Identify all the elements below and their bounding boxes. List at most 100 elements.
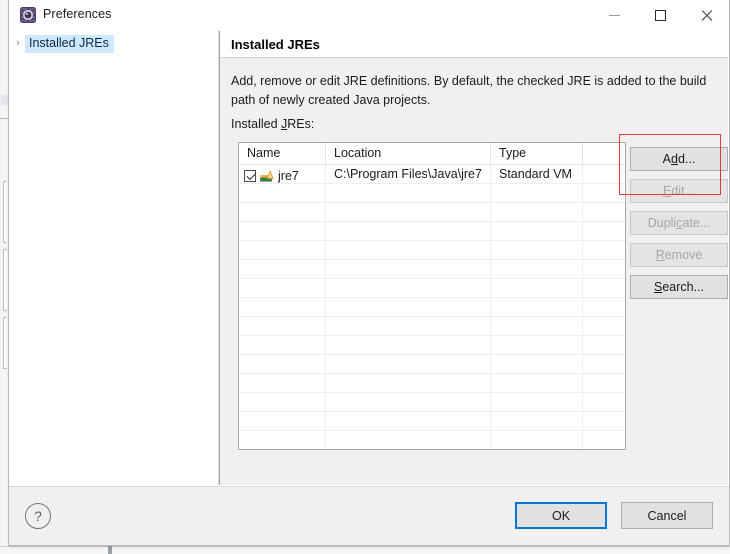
- cell-name: [239, 298, 326, 317]
- label-prefix: Installed: [231, 117, 282, 131]
- ok-button[interactable]: OK: [515, 502, 607, 529]
- jre-icon: [260, 169, 274, 182]
- cell-type: [491, 317, 583, 336]
- cell-spacer: [583, 184, 625, 203]
- cell-name[interactable]: jre7: [239, 165, 326, 184]
- cell-name: [239, 260, 326, 279]
- cell-name: [239, 241, 326, 260]
- preferences-gear-icon: [20, 7, 36, 23]
- cell-spacer: [583, 431, 625, 449]
- maximize-button[interactable]: [637, 0, 683, 31]
- button-mnemonic: S: [653, 280, 663, 294]
- pane-splitter[interactable]: [211, 31, 219, 485]
- cell-type: [491, 393, 583, 412]
- column-header-type[interactable]: Type: [491, 143, 583, 165]
- page-header: Installed JREs: [220, 31, 728, 58]
- cell-spacer: [583, 374, 625, 393]
- table-row-empty[interactable]: [239, 241, 625, 260]
- table-row[interactable]: jre7 C:\Program Files\Java\jre7 Standard V…: [239, 165, 625, 184]
- cell-type: Standard VM: [491, 165, 583, 184]
- table-row-empty[interactable]: [239, 260, 625, 279]
- minimize-icon: [608, 15, 620, 16]
- sidebar-item-installed-jres[interactable]: › Installed JREs: [9, 34, 211, 53]
- add-button[interactable]: Add...: [630, 147, 728, 171]
- preferences-tree[interactable]: › Installed JREs: [9, 31, 211, 485]
- cell-location: [326, 184, 491, 203]
- chevron-right-icon[interactable]: ›: [9, 38, 25, 49]
- dialog-body: › Installed JREs Installed JREs Add, rem…: [9, 31, 729, 485]
- preference-page: Installed JREs Add, remove or edit JRE d…: [219, 31, 728, 485]
- cell-type: [491, 260, 583, 279]
- table-row-empty[interactable]: [239, 393, 625, 412]
- page-content: Add, remove or edit JRE definitions. By …: [220, 59, 728, 485]
- label-suffix: REs:: [287, 117, 315, 131]
- cell-type: [491, 279, 583, 298]
- table-row-empty[interactable]: [239, 203, 625, 222]
- cell-name: [239, 203, 326, 222]
- table-header-row: Name Location Type: [239, 143, 625, 165]
- cell-name: [239, 184, 326, 203]
- button-mnemonic: c: [676, 216, 683, 230]
- help-button[interactable]: ?: [25, 503, 51, 529]
- cell-spacer: [583, 241, 625, 260]
- column-header-spacer: [583, 143, 625, 165]
- cell-location: [326, 241, 491, 260]
- table-row-empty[interactable]: [239, 184, 625, 203]
- search-button[interactable]: Search...: [630, 275, 728, 299]
- minimize-button[interactable]: [591, 0, 637, 31]
- footer-divider: [9, 486, 729, 487]
- edit-button[interactable]: Edit...: [630, 179, 728, 203]
- background-tab-3: [3, 317, 7, 369]
- column-header-location[interactable]: Location: [326, 143, 491, 165]
- background-tab-2: [3, 249, 7, 311]
- cell-spacer: [583, 336, 625, 355]
- table-row-empty[interactable]: [239, 355, 625, 374]
- cell-name: [239, 279, 326, 298]
- cell-spacer: [583, 165, 625, 184]
- button-mnemonic: E: [663, 184, 672, 198]
- table-row-empty[interactable]: [239, 222, 625, 241]
- dialog-footer: ? OK Cancel: [9, 485, 729, 545]
- row-checkbox[interactable]: [244, 169, 256, 182]
- table-row-empty[interactable]: [239, 279, 625, 298]
- cancel-button[interactable]: Cancel: [621, 502, 713, 529]
- button-mnemonic: d: [671, 152, 678, 166]
- button-label: Add...: [662, 152, 696, 166]
- cell-location: [326, 336, 491, 355]
- table-row-empty[interactable]: [239, 412, 625, 431]
- button-label: Search...: [653, 280, 705, 294]
- table-body: jre7 C:\Program Files\Java\jre7 Standard V…: [239, 165, 625, 449]
- cell-location: [326, 431, 491, 449]
- page-title: Installed JREs: [231, 37, 320, 52]
- cell-location: [326, 260, 491, 279]
- cell-location: [326, 374, 491, 393]
- duplicate-button[interactable]: Duplicate...: [630, 211, 728, 235]
- cell-location: [326, 393, 491, 412]
- table-row-empty[interactable]: [239, 431, 625, 449]
- cell-name: [239, 374, 326, 393]
- dialog-title-bar[interactable]: Preferences: [9, 0, 729, 31]
- cell-location: C:\Program Files\Java\jre7: [326, 165, 491, 184]
- table-row-empty[interactable]: [239, 317, 625, 336]
- cell-spacer: [583, 222, 625, 241]
- remove-button[interactable]: Remove: [630, 243, 728, 267]
- cell-type: [491, 374, 583, 393]
- button-label: Duplicate...: [647, 216, 711, 230]
- cell-spacer: [583, 412, 625, 431]
- close-button[interactable]: [683, 0, 729, 31]
- cell-type: [491, 222, 583, 241]
- column-header-name[interactable]: Name: [239, 143, 326, 165]
- dialog-title: Preferences: [43, 7, 112, 21]
- cell-type: [491, 203, 583, 222]
- table-row-empty[interactable]: [239, 336, 625, 355]
- table-row-empty[interactable]: [239, 374, 625, 393]
- cell-name: [239, 222, 326, 241]
- installed-jres-table[interactable]: Name Location Type jre7 C:\Program Files\…: [238, 142, 626, 450]
- button-label: Edit...: [663, 184, 695, 198]
- question-mark-icon: ?: [34, 508, 42, 524]
- table-row-empty[interactable]: [239, 298, 625, 317]
- cell-type: [491, 184, 583, 203]
- cell-location: [326, 279, 491, 298]
- cell-location: [326, 412, 491, 431]
- cell-type: [491, 431, 583, 449]
